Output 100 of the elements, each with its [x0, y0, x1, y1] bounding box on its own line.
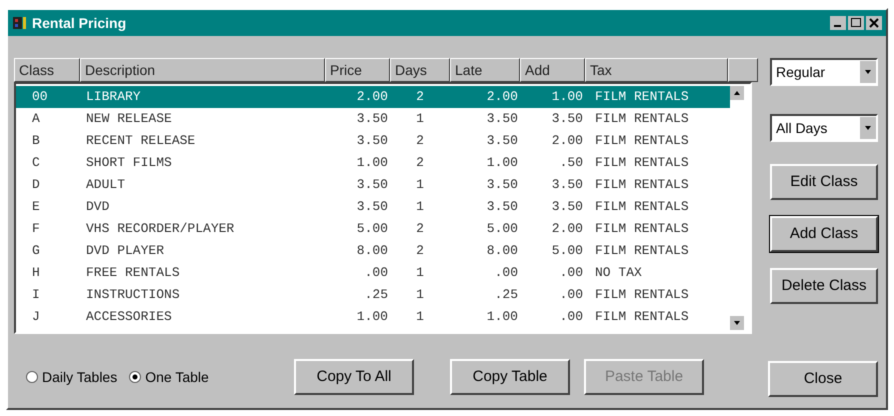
radio-button[interactable]	[26, 371, 38, 383]
table-button[interactable]: Copy Table	[450, 359, 570, 395]
film-icon	[12, 15, 28, 31]
table-cell-text: 1	[415, 176, 425, 194]
table-cell-text: .00	[558, 286, 584, 304]
table-cell-text: FILM RENTALS	[594, 132, 690, 150]
table-cell-text: FILM RENTALS	[594, 242, 690, 260]
table-cell-text: B	[31, 132, 41, 150]
radio-label[interactable]: Daily Tables	[42, 366, 118, 388]
table-cell-text: 2	[415, 132, 425, 150]
scroll-up-icon[interactable]	[730, 86, 744, 100]
table-cell-text: 1.00	[356, 308, 389, 326]
table-row[interactable]: D ADULT 3.50 1 3.50 3.50 FILM RENTALS	[16, 174, 730, 196]
table-cell-text: 1.00	[356, 154, 389, 172]
table-cell-text: .00	[558, 308, 584, 326]
table-row[interactable]: C SHORT FILMS 1.00 2 1.00 .50 FILM RENTALS	[16, 152, 730, 174]
table-cell-text: NEW RELEASE	[85, 110, 173, 128]
table-cell-text: SHORT FILMS	[85, 154, 173, 172]
close-button[interactable]: Close	[768, 361, 878, 397]
table-cell-text: RECENT RELEASE	[85, 132, 196, 150]
table-cell-text: FILM RENTALS	[594, 154, 690, 172]
table-cell-text: I	[31, 286, 41, 304]
table-cell-text: .50	[558, 154, 584, 172]
table-cell-text: 1	[415, 286, 425, 304]
table-cell-text: E	[31, 198, 41, 216]
table-cell-text: D	[31, 176, 41, 194]
table-cell-text: 2	[415, 242, 425, 260]
radio-label[interactable]: One Table	[145, 366, 209, 388]
table-cell-text: VHS RECORDER/PLAYER	[85, 220, 236, 238]
table-cell-text: FREE RENTALS	[85, 264, 181, 282]
table-row[interactable]: 00 LIBRARY 2.00 2 2.00 1.00 FILM RENTALS	[16, 86, 730, 108]
table-cell-text: 1	[415, 264, 425, 282]
table-cell-text: 5.00	[356, 220, 389, 238]
table-cell-text: 1	[415, 198, 425, 216]
window-title: Rental Pricing	[32, 14, 126, 33]
table-cell-text: FILM RENTALS	[594, 88, 690, 106]
table-button[interactable]: Copy To All	[294, 359, 414, 395]
class-button[interactable]: Edit Class	[770, 164, 878, 200]
table-cell-text: .25	[364, 286, 389, 304]
table-row[interactable]: B RECENT RELEASE 3.50 2 3.50 2.00 FILM RENTALS	[16, 130, 730, 152]
table-cell-text: 3.50	[550, 198, 584, 216]
table-cell-text: J	[31, 308, 41, 326]
table-row[interactable]: H FREE RENTALS .00 1 .00 .00 NO TAX	[16, 262, 730, 284]
table-cell-text: A	[31, 110, 41, 128]
close-icon[interactable]	[866, 16, 882, 30]
minimize-icon[interactable]	[830, 16, 846, 30]
table-cell-text: .00	[558, 264, 584, 282]
table-cell-text: 1	[415, 110, 425, 128]
table-row[interactable]: G DVD PLAYER 8.00 2 8.00 5.00 FILM RENTALS	[16, 240, 730, 262]
table-cell-text: C	[31, 154, 41, 172]
table-cell-text: H	[31, 264, 41, 282]
table-cell-text: DVD	[85, 198, 110, 216]
table-cell-text: .25	[494, 286, 519, 304]
table-cell-text: 3.50	[486, 198, 519, 216]
table-row[interactable]: J ACCESSORIES 1.00 1 1.00 .00 FILM RENTALS	[16, 306, 730, 328]
class-button[interactable]: Add Class	[770, 216, 878, 252]
radio-button[interactable]	[129, 371, 142, 383]
dropdown[interactable]: Regular	[770, 58, 878, 86]
column-header[interactable]: Days	[390, 58, 450, 82]
maximize-icon[interactable]	[848, 16, 864, 30]
table-cell-text: 1.00	[486, 154, 519, 172]
class-button[interactable]: Delete Class	[770, 268, 878, 304]
table-cell-text: 3.50	[356, 132, 389, 150]
table-cell-text: 5.00	[550, 242, 584, 260]
table-cell-text: FILM RENTALS	[594, 286, 690, 304]
column-header[interactable]: Late	[450, 58, 520, 82]
column-header[interactable]: Class	[14, 58, 80, 82]
column-header[interactable]: Description	[80, 58, 325, 82]
table-cell-text: F	[31, 220, 41, 238]
table-row[interactable]: I INSTRUCTIONS .25 1 .25 .00 FILM RENTALS	[16, 284, 730, 306]
table-cell-text: 3.50	[356, 110, 389, 128]
table-row[interactable]: E DVD 3.50 1 3.50 3.50 FILM RENTALS	[16, 196, 730, 218]
table-cell-text: .00	[364, 264, 389, 282]
table-cell-text: 2.00	[550, 220, 584, 238]
table-cell-text: 1.00	[550, 88, 584, 106]
column-header[interactable]: Price	[325, 58, 390, 82]
table-cell-text: ACCESSORIES	[85, 308, 173, 326]
scroll-down-icon[interactable]	[730, 316, 744, 330]
table-cell-text: 3.50	[356, 198, 389, 216]
table-cell-text: 3.50	[486, 132, 519, 150]
table-row[interactable]: F VHS RECORDER/PLAYER 5.00 2 5.00 2.00 FILM RENTALS	[16, 218, 730, 240]
table-cell-text: 3.50	[486, 176, 519, 194]
table-cell-text: 5.00	[486, 220, 519, 238]
table-cell-text: FILM RENTALS	[594, 220, 690, 238]
table-cell-text: 3.50	[486, 110, 519, 128]
table-cell-text: G	[31, 242, 41, 260]
table-cell-text: FILM RENTALS	[594, 308, 690, 326]
table-cell-text: 00	[31, 88, 49, 106]
table-cell-text: FILM RENTALS	[594, 110, 690, 128]
table-cell-text: 2.00	[356, 88, 389, 106]
table-cell-text: 3.50	[356, 176, 389, 194]
table-cell-text: 1.00	[486, 308, 519, 326]
table-cell-text: 8.00	[356, 242, 389, 260]
table-cell-text: 1	[415, 308, 425, 326]
table-cell-text: LIBRARY	[85, 88, 142, 106]
table-cell-text: 2	[415, 220, 425, 238]
table-row[interactable]: A NEW RELEASE 3.50 1 3.50 3.50 FILM RENTALS	[16, 108, 730, 130]
column-header[interactable]: Add	[520, 58, 585, 82]
column-header[interactable]: Tax	[585, 58, 728, 82]
dropdown[interactable]: All Days	[770, 114, 878, 142]
